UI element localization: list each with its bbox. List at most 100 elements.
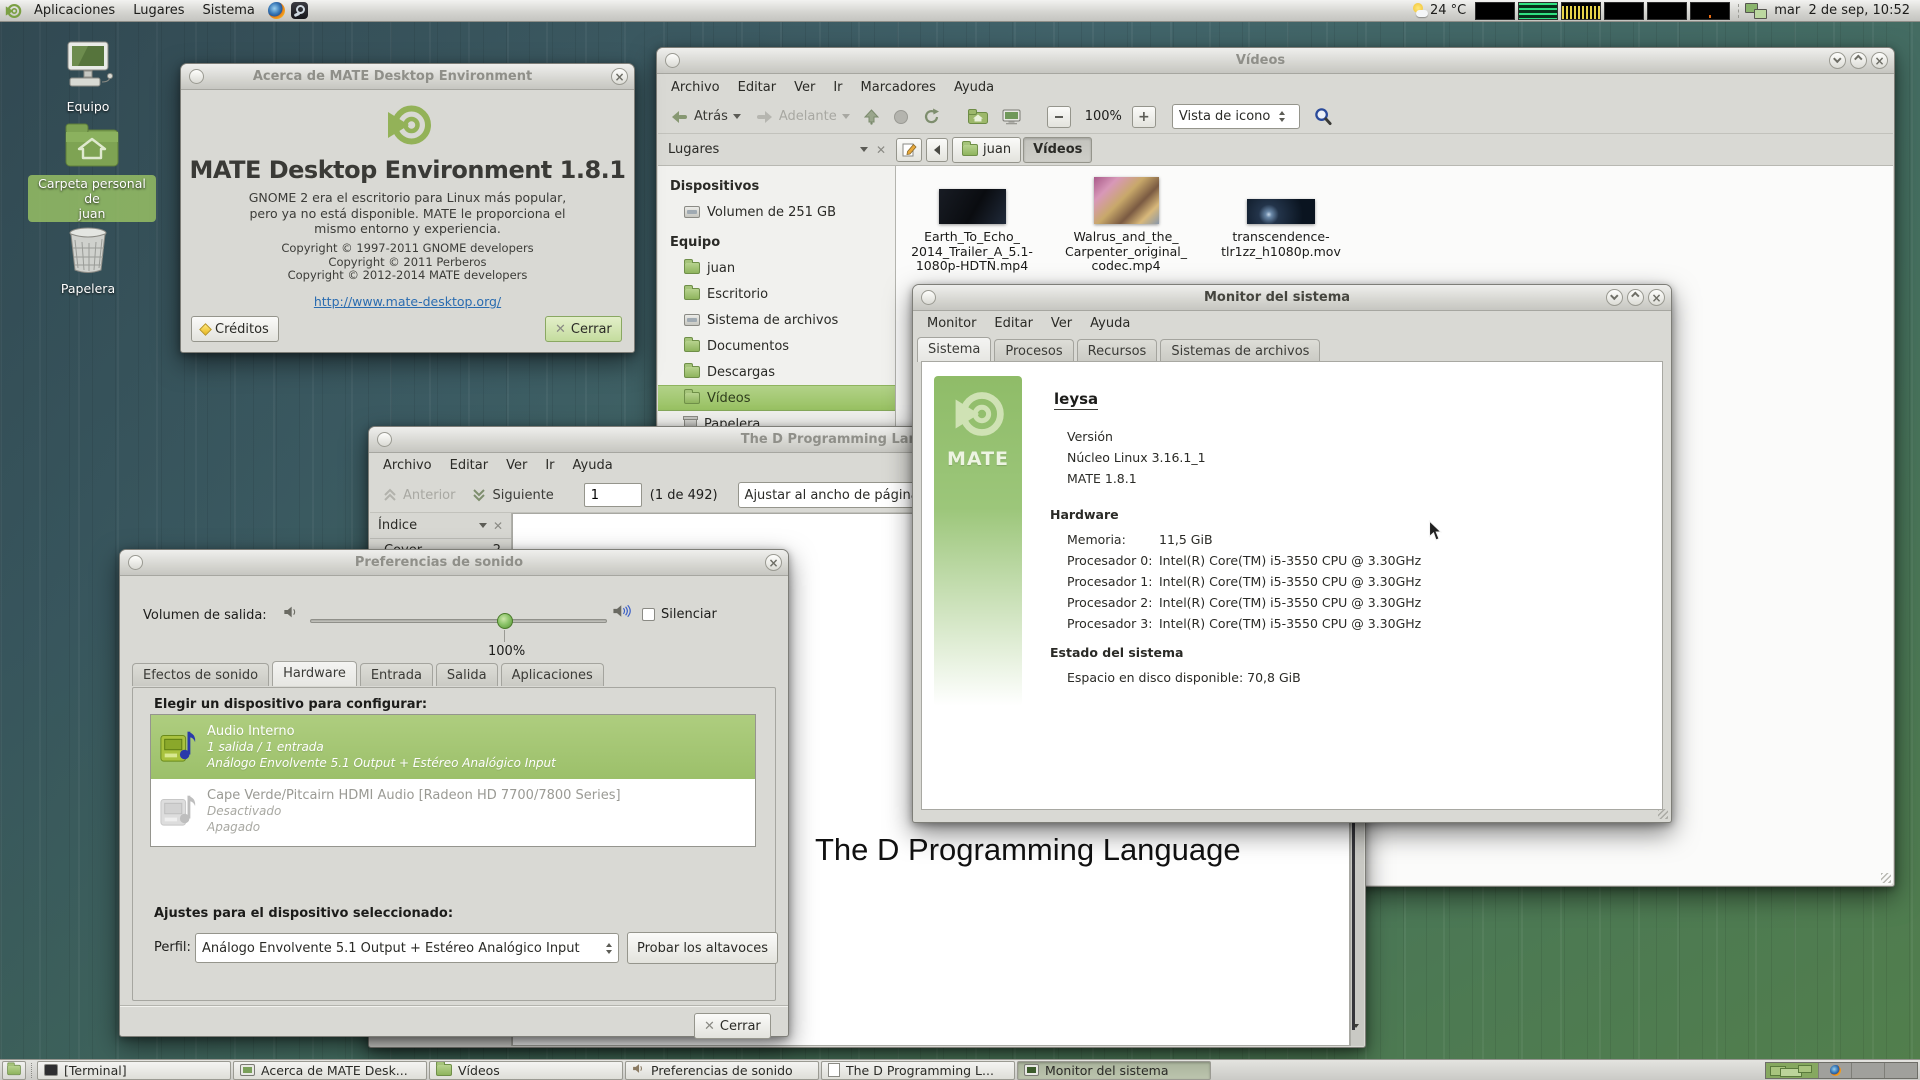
- sidebar-item-desktop[interactable]: Escritorio: [658, 281, 895, 307]
- places-label[interactable]: Lugares: [668, 142, 719, 157]
- menu-ver[interactable]: Ver: [785, 80, 824, 95]
- workspace-1[interactable]: [1766, 1063, 1818, 1078]
- scroll-down-icon[interactable]: [1353, 1028, 1359, 1043]
- menu-lugares[interactable]: Lugares: [124, 0, 193, 22]
- search-button[interactable]: [1310, 104, 1337, 129]
- file-item[interactable]: Walrus_and_the_Carpenter_original_codec.…: [1056, 174, 1196, 274]
- previous-page-button[interactable]: Anterior: [378, 484, 459, 506]
- desktop-icon-home-folder[interactable]: Carpeta personal de juan: [28, 122, 156, 222]
- minimize-button[interactable]: [1606, 289, 1623, 306]
- resize-grip[interactable]: [1658, 809, 1668, 819]
- titlebar[interactable]: Vídeos ×: [657, 48, 1894, 74]
- desktop-icon-trash[interactable]: Papelera: [24, 226, 152, 296]
- weather-icon[interactable]: [1412, 3, 1428, 18]
- task-about-mate[interactable]: Acerca de MATE Desk...: [233, 1061, 427, 1080]
- menu-archivo[interactable]: Archivo: [374, 458, 441, 473]
- zoom-out-button[interactable]: [1047, 106, 1071, 128]
- sidebar-item-home[interactable]: juan: [658, 255, 895, 281]
- menu-archivo[interactable]: Archivo: [662, 80, 729, 95]
- sidebar-item-filesystem[interactable]: Sistema de archivos: [658, 307, 895, 333]
- breadcrumb-current[interactable]: Vídeos: [1023, 137, 1092, 163]
- up-button[interactable]: [860, 106, 883, 128]
- steam-launcher-icon[interactable]: [291, 2, 308, 19]
- sidebar-item-documents[interactable]: Documentos: [658, 333, 895, 359]
- breadcrumb-parent[interactable]: juan: [952, 137, 1021, 163]
- menu-ayuda[interactable]: Ayuda: [564, 458, 622, 473]
- close-sidebar-icon[interactable]: ✕: [493, 519, 503, 533]
- zoom-mode-select[interactable]: Ajustar al ancho de página: [738, 482, 940, 508]
- file-item[interactable]: Earth_To_Echo_2014_Trailer_A_5.1-1080p-H…: [902, 174, 1042, 274]
- chevron-down-icon[interactable]: [860, 147, 868, 152]
- test-speakers-button[interactable]: Probar los altavoces: [627, 932, 778, 964]
- profile-select[interactable]: Análogo Envolvente 5.1 Output + Estéreo …: [195, 933, 619, 963]
- show-desktop-button[interactable]: [2, 1061, 26, 1080]
- clock-applet[interactable]: mar 2 de sep, 10:52: [1774, 3, 1916, 18]
- menu-ver[interactable]: Ver: [497, 458, 536, 473]
- menu-ir[interactable]: Ir: [824, 80, 851, 95]
- net-monitor-applet[interactable]: [1604, 2, 1644, 20]
- task-document-viewer[interactable]: The D Programming L...: [821, 1061, 1015, 1080]
- close-about-button[interactable]: ✕ Cerrar: [545, 316, 622, 342]
- resize-grip[interactable]: [1881, 873, 1891, 883]
- sidebar-item-videos[interactable]: Vídeos: [658, 385, 895, 411]
- stop-button[interactable]: [889, 106, 913, 128]
- website-link[interactable]: http://www.mate-desktop.org/: [314, 294, 501, 309]
- device-row-selected[interactable]: Audio Interno 1 salida / 1 entrada Análo…: [151, 715, 755, 779]
- task-terminal[interactable]: [Terminal]: [37, 1061, 231, 1080]
- menu-aplicaciones[interactable]: Aplicaciones: [25, 0, 124, 22]
- tab-sistemas-archivos[interactable]: Sistemas de archivos: [1160, 339, 1320, 362]
- window-menu-button[interactable]: [189, 69, 204, 84]
- titlebar[interactable]: Acerca de MATE Desktop Environment ×: [181, 64, 634, 90]
- forward-button[interactable]: Adelante: [751, 106, 854, 127]
- edit-location-button[interactable]: [896, 138, 922, 162]
- window-menu-button[interactable]: [665, 53, 680, 68]
- close-button[interactable]: ×: [765, 554, 782, 571]
- sidebar-item-downloads[interactable]: Descargas: [658, 359, 895, 385]
- task-sound-preferences[interactable]: Preferencias de sonido: [625, 1061, 819, 1080]
- menu-ver[interactable]: Ver: [1042, 316, 1081, 331]
- menu-ayuda[interactable]: Ayuda: [1081, 316, 1139, 331]
- tab-hardware[interactable]: Hardware: [272, 661, 357, 686]
- network-monitor-icon[interactable]: [1745, 3, 1769, 19]
- close-sidebar-icon[interactable]: ✕: [876, 143, 886, 157]
- device-row-disabled[interactable]: Cape Verde/Pitcairn HDMI Audio [Radeon H…: [151, 779, 755, 843]
- reload-button[interactable]: [919, 105, 944, 128]
- menu-editar[interactable]: Editar: [729, 80, 786, 95]
- tab-efectos[interactable]: Efectos de sonido: [132, 663, 269, 686]
- cpu-monitor-applet[interactable]: [1475, 2, 1515, 20]
- tab-entrada[interactable]: Entrada: [360, 663, 433, 686]
- computer-button[interactable]: [998, 106, 1025, 128]
- menu-editar[interactable]: Editar: [985, 316, 1042, 331]
- close-button[interactable]: ×: [1871, 52, 1888, 69]
- zoom-in-button[interactable]: +: [1132, 106, 1156, 128]
- minimize-button[interactable]: [1829, 52, 1846, 69]
- file-item[interactable]: transcendence-tlr1zz_h1080p.mov: [1211, 174, 1351, 259]
- window-menu-button[interactable]: [377, 432, 392, 447]
- load-monitor-applet[interactable]: [1690, 2, 1730, 20]
- maximize-button[interactable]: [1850, 52, 1867, 69]
- volume-slider-knob[interactable]: [497, 613, 513, 629]
- sidebar-mode-select[interactable]: Índice ✕: [370, 513, 511, 539]
- close-button[interactable]: ×: [1648, 289, 1665, 306]
- close-dialog-button[interactable]: ✕ Cerrar: [694, 1013, 771, 1039]
- view-mode-select[interactable]: Vista de icono: [1172, 104, 1300, 129]
- credits-button[interactable]: Créditos: [191, 316, 279, 342]
- cpufreq-monitor-applet[interactable]: [1561, 2, 1601, 20]
- weather-temperature[interactable]: 24 °C: [1428, 3, 1472, 18]
- firefox-launcher-icon[interactable]: [268, 2, 285, 19]
- swap-monitor-applet[interactable]: [1647, 2, 1687, 20]
- task-videos[interactable]: Vídeos: [429, 1061, 623, 1080]
- menu-sistema[interactable]: Sistema: [194, 0, 264, 22]
- tab-recursos[interactable]: Recursos: [1077, 339, 1158, 362]
- menu-editar[interactable]: Editar: [441, 458, 498, 473]
- tab-sistema[interactable]: Sistema: [917, 337, 991, 362]
- desktop-icon-equipo[interactable]: Equipo: [24, 40, 152, 114]
- window-menu-button[interactable]: [128, 555, 143, 570]
- sidebar-item-volume[interactable]: Volumen de 251 GB: [658, 199, 895, 225]
- scroll-path-left-button[interactable]: [926, 138, 948, 162]
- workspace-3[interactable]: [1851, 1063, 1884, 1078]
- tab-salida[interactable]: Salida: [436, 663, 498, 686]
- memory-monitor-applet[interactable]: [1518, 2, 1558, 20]
- menu-ir[interactable]: Ir: [536, 458, 563, 473]
- titlebar[interactable]: Preferencias de sonido ×: [120, 550, 788, 576]
